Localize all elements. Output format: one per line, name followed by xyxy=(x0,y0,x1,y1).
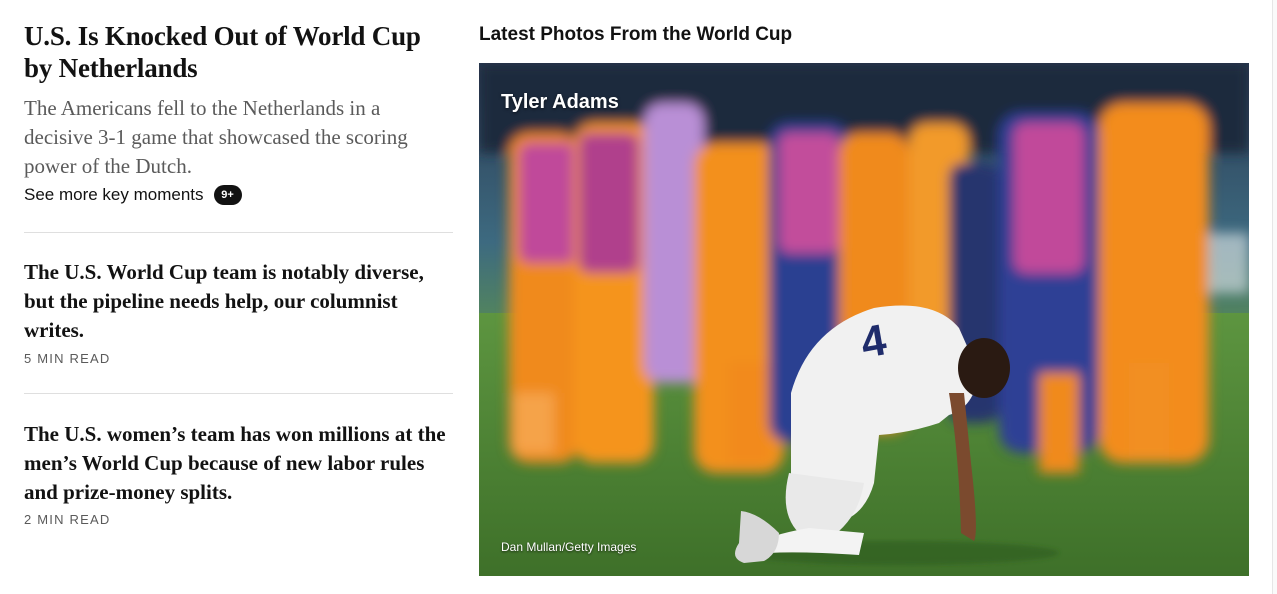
key-moments-label: See more key moments xyxy=(24,185,204,204)
lead-summary: The Americans fell to the Netherlands in… xyxy=(24,96,408,178)
story-headline-diversity[interactable]: The U.S. World Cup team is notably diver… xyxy=(24,258,453,345)
lead-headline[interactable]: U.S. Is Knocked Out of World Cup by Neth… xyxy=(24,20,453,84)
photo-caption-name: Tyler Adams xyxy=(501,91,619,113)
divider xyxy=(24,232,453,233)
story-headline-womens-team[interactable]: The U.S. women’s team has won millions a… xyxy=(24,420,453,507)
photo-credit: Dan Mullan/Getty Images xyxy=(501,540,637,554)
scrollbar[interactable] xyxy=(1272,0,1277,594)
read-time: 5 MIN READ xyxy=(24,351,111,366)
divider xyxy=(24,393,453,394)
key-moments-count-badge: 9+ xyxy=(213,185,242,205)
photo-image: 4 xyxy=(479,63,1249,576)
read-time: 2 MIN READ xyxy=(24,512,111,527)
photos-section-title[interactable]: Latest Photos From the World Cup xyxy=(479,24,792,46)
world-cup-photo[interactable]: 4 Tyler Adams Dan Mullan/Getty Images xyxy=(479,63,1249,576)
key-moments-link[interactable]: See more key moments 9+ xyxy=(24,185,242,205)
